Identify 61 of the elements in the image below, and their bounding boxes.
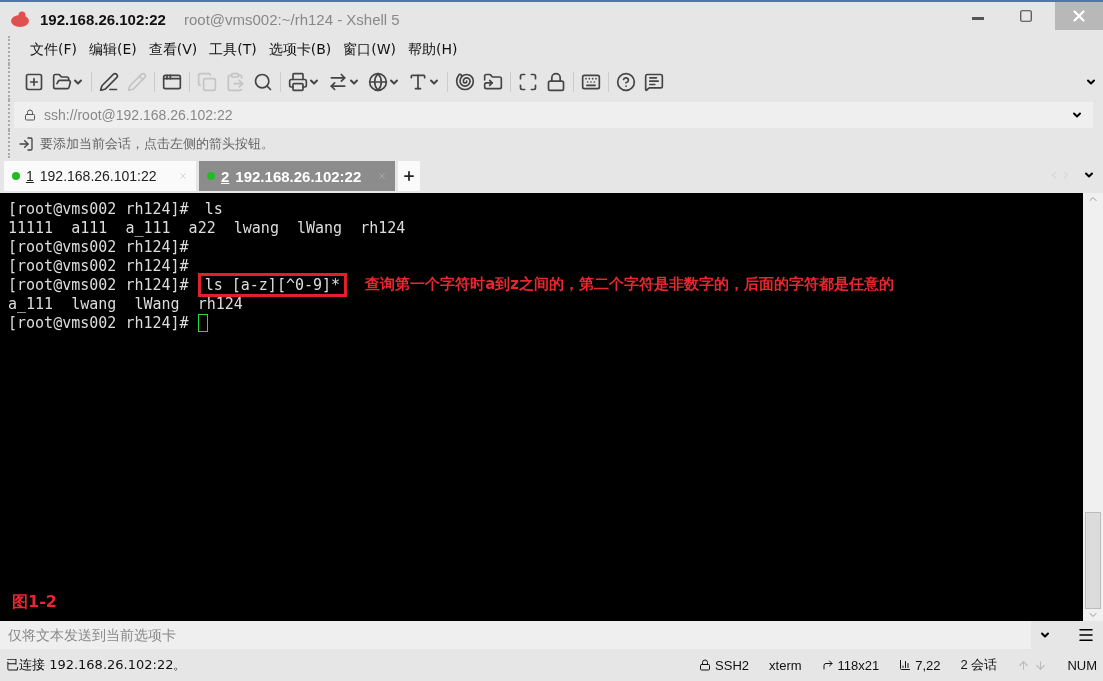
window-title: root@vms002:~/rh124 - Xshell 5 (183, 10, 400, 28)
menu-item[interactable]: 编辑(E) (83, 37, 143, 63)
hint-text: 要添加当前会话，点击左侧的箭头按钮。 (40, 135, 274, 153)
prompt: [root@vms002 rh124]# (8, 237, 189, 256)
new-tab-button[interactable] (398, 161, 420, 191)
minimize-icon (972, 16, 984, 20)
pen-icon (99, 72, 119, 92)
menu-item[interactable]: 窗口(W) (337, 37, 403, 63)
lock-icon (699, 659, 712, 671)
output-text: a_111 lwang lWang rh124 (8, 294, 243, 313)
folder-icon (52, 72, 72, 92)
highlighted-command: ls [a-z][^0-9]* (197, 272, 348, 297)
plus-icon (402, 169, 416, 183)
keyboard-icon (581, 72, 601, 92)
output-text: 11111 a111 a_111 a22 lwang lWang rh124 (8, 218, 406, 237)
close-icon (1070, 7, 1088, 25)
session-tab[interactable]: 1 192.168.26.101:22 (4, 161, 196, 191)
menu-item[interactable]: 查看(V) (142, 37, 204, 63)
scrollbar-thumb[interactable] (1085, 512, 1101, 609)
status-text: 7,22 (915, 657, 941, 673)
status-text: 2 会话 (960, 656, 998, 674)
window-settings-icon (162, 72, 182, 92)
arrow-icon[interactable] (18, 136, 34, 152)
prompt: [root@vms002 rh124]# (8, 275, 190, 294)
menu-item[interactable]: 帮助(H) (402, 37, 464, 63)
paste-icon (225, 72, 245, 92)
figure-label: 图1-2 (12, 592, 57, 613)
lock-icon (546, 72, 566, 92)
app-logo-icon (10, 11, 30, 27)
search-icon (253, 72, 273, 92)
status-text: 118x21 (837, 657, 880, 673)
send-field[interactable]: 仅将文本发送到当前选项卡 (0, 621, 1031, 649)
status-message: 已连接 192.168.26.102:22。 (6, 656, 188, 674)
status-text: xterm (769, 657, 802, 673)
prompt: [root@vms002 rh124]# (8, 199, 190, 218)
status-text: NUM (1067, 657, 1097, 673)
menu-icon[interactable] (1077, 626, 1095, 644)
help-icon (616, 72, 636, 92)
font-icon (408, 72, 428, 92)
lock-icon (24, 109, 36, 121)
annotation-text: 查询第一个字符时a到z之间的，第二个字符是非数字的，后面的字符都是任意的 (365, 275, 894, 294)
maximize-icon (1019, 9, 1033, 23)
status-text: SSH2 (715, 657, 750, 673)
prompt: [root@vms002 rh124]# (8, 313, 190, 332)
copy-icon (197, 72, 217, 92)
printer-icon (288, 72, 308, 92)
prompt: [root@vms002 rh124]# (8, 256, 189, 275)
new-session-icon (24, 72, 44, 92)
menu-item[interactable]: 文件(F) (24, 37, 83, 63)
folder-link-icon (483, 72, 503, 92)
menu-item[interactable]: 选项卡(B) (262, 37, 338, 63)
command: ls (203, 198, 224, 220)
chat-icon (644, 72, 664, 92)
transfer-icon (328, 72, 348, 92)
scrollbar[interactable] (1083, 193, 1103, 621)
window-host: 192.168.26.102:22 (40, 10, 166, 28)
globe-icon (368, 72, 388, 92)
menu-item[interactable]: 工具(T) (203, 37, 263, 63)
fullscreen-icon (518, 72, 538, 92)
arrows-icon (1017, 658, 1048, 672)
pencil-icon (127, 72, 147, 92)
